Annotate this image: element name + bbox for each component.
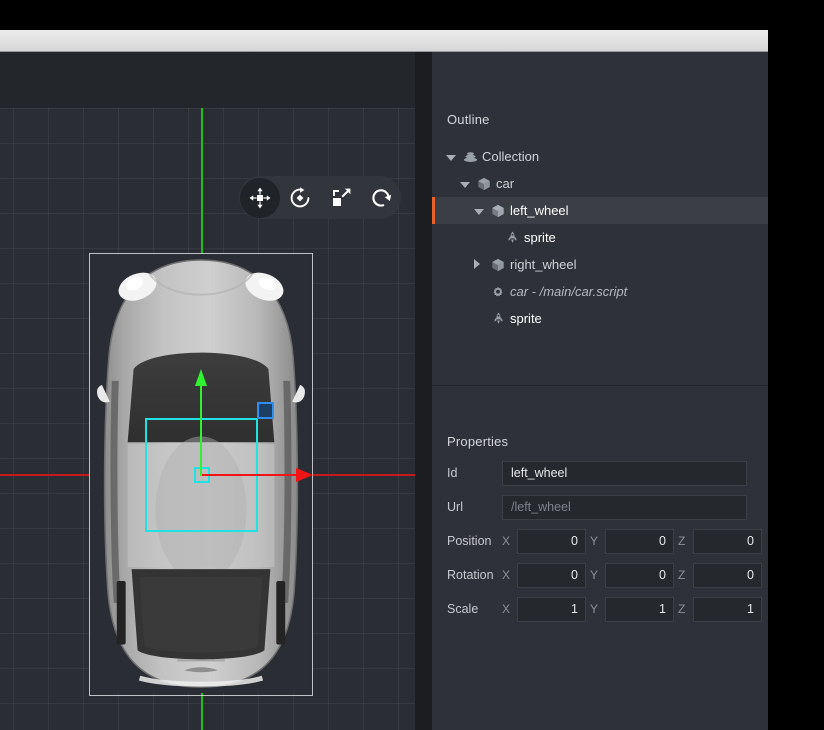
- gizmo-x-axis-arrow[interactable]: [296, 468, 313, 482]
- scale-y-group: Y 1: [590, 597, 674, 622]
- move-tool-button[interactable]: [240, 178, 280, 218]
- viewport-panel-gutter: [415, 52, 432, 730]
- rotation-z-field[interactable]: 0: [693, 563, 762, 588]
- tree-item-sprite-left[interactable]: sprite: [432, 224, 768, 251]
- scale-x-group: X 1: [502, 597, 586, 622]
- right-panel-stack: Outline Collection: [432, 52, 768, 730]
- url-field[interactable]: /left_wheel: [502, 495, 747, 520]
- rotation-y-field[interactable]: 0: [605, 563, 674, 588]
- properties-panel: Properties Id left_wheel Url /left_wheel…: [432, 386, 768, 730]
- tree-disclosure-right-wheel[interactable]: [474, 257, 488, 272]
- url-label: Url: [432, 500, 502, 514]
- outline-panel-title: Outline: [447, 112, 490, 127]
- position-y-field[interactable]: 0: [605, 529, 674, 554]
- reset-view-tool-button[interactable]: [362, 178, 402, 218]
- property-row-id: Id left_wheel: [432, 460, 768, 486]
- tree-item-label: car - /main/car.script: [508, 284, 627, 299]
- move-icon: [249, 187, 271, 209]
- gizmo-y-axis-arrow[interactable]: [195, 369, 207, 386]
- position-label: Position: [432, 534, 502, 548]
- axis-label-z: Z: [678, 602, 693, 616]
- tree-disclosure-collection[interactable]: [446, 149, 460, 164]
- tree-item-car-script[interactable]: car - /main/car.script: [432, 278, 768, 305]
- chevron-down-icon: [460, 182, 470, 188]
- property-row-position: Position X 0 Y 0 Z 0: [432, 528, 768, 554]
- app-root: Outline Collection: [0, 0, 824, 730]
- axis-label-x: X: [502, 602, 517, 616]
- outline-tree: Collection: [432, 143, 768, 332]
- tree-item-label: sprite: [508, 311, 542, 326]
- tree-item-label: Collection: [480, 149, 539, 164]
- position-z-field[interactable]: 0: [693, 529, 762, 554]
- axis-label-x: X: [502, 568, 517, 582]
- tree-item-label: left_wheel: [508, 203, 569, 218]
- axis-label-z: Z: [678, 568, 693, 582]
- tree-disclosure-left-wheel[interactable]: [474, 203, 488, 218]
- gameobject-icon: [488, 258, 508, 272]
- scale-x-field[interactable]: 1: [517, 597, 586, 622]
- gameobject-icon: [474, 177, 494, 191]
- axis-label-y: Y: [590, 568, 605, 582]
- scale-label: Scale: [432, 602, 502, 616]
- properties-panel-title: Properties: [447, 434, 508, 449]
- rotation-x-group: X 0: [502, 563, 586, 588]
- gizmo-z-plane-handle[interactable]: [257, 402, 274, 419]
- viewport-tool-toolbar: [239, 176, 401, 219]
- scale-z-group: Z 1: [678, 597, 762, 622]
- tree-item-label: sprite: [522, 230, 556, 245]
- tree-item-car[interactable]: car: [432, 170, 768, 197]
- property-row-rotation: Rotation X 0 Y 0 Z 0: [432, 562, 768, 588]
- script-icon: [488, 285, 508, 299]
- sprite-icon: [502, 231, 522, 244]
- position-x-group: X 0: [502, 529, 586, 554]
- window-titlebar[interactable]: [0, 30, 768, 52]
- sprite-icon: [488, 312, 508, 325]
- rotation-y-group: Y 0: [590, 563, 674, 588]
- outline-panel: Outline Collection: [432, 52, 768, 385]
- chevron-right-icon: [474, 259, 480, 269]
- property-row-url: Url /left_wheel: [432, 494, 768, 520]
- gizmo-y-axis[interactable]: [200, 384, 202, 476]
- axis-label-y: Y: [590, 602, 605, 616]
- tree-item-label: right_wheel: [508, 257, 577, 272]
- chevron-down-icon: [446, 155, 456, 161]
- axis-label-z: Z: [678, 534, 693, 548]
- id-field[interactable]: left_wheel: [502, 461, 747, 486]
- rotation-z-group: Z 0: [678, 563, 762, 588]
- scale-tool-button[interactable]: [321, 178, 361, 218]
- rotate-icon: [289, 187, 311, 209]
- editor-window: Outline Collection: [0, 30, 768, 730]
- tree-disclosure-car[interactable]: [460, 176, 474, 191]
- position-x-field[interactable]: 0: [517, 529, 586, 554]
- scale-z-field[interactable]: 1: [693, 597, 762, 622]
- scene-viewport[interactable]: [0, 52, 415, 730]
- rotation-label: Rotation: [432, 568, 502, 582]
- property-row-scale: Scale X 1 Y 1 Z 1: [432, 596, 768, 622]
- position-z-group: Z 0: [678, 529, 762, 554]
- tree-item-right-wheel[interactable]: right_wheel: [432, 251, 768, 278]
- chevron-down-icon: [474, 209, 484, 215]
- tree-item-sprite-car[interactable]: sprite: [432, 305, 768, 332]
- tree-item-label: car: [494, 176, 514, 191]
- collection-icon: [460, 149, 480, 164]
- tree-item-collection[interactable]: Collection: [432, 143, 768, 170]
- position-y-group: Y 0: [590, 529, 674, 554]
- axis-label-x: X: [502, 534, 517, 548]
- scale-y-field[interactable]: 1: [605, 597, 674, 622]
- axis-label-y: Y: [590, 534, 605, 548]
- rotation-x-field[interactable]: 0: [517, 563, 586, 588]
- tree-item-left-wheel[interactable]: left_wheel: [432, 197, 768, 224]
- gameobject-icon: [488, 204, 508, 218]
- scale-icon: [330, 187, 352, 209]
- refresh-icon: [370, 187, 392, 209]
- gizmo-x-axis[interactable]: [202, 474, 302, 476]
- rotate-tool-button[interactable]: [281, 178, 321, 218]
- id-label: Id: [432, 466, 502, 480]
